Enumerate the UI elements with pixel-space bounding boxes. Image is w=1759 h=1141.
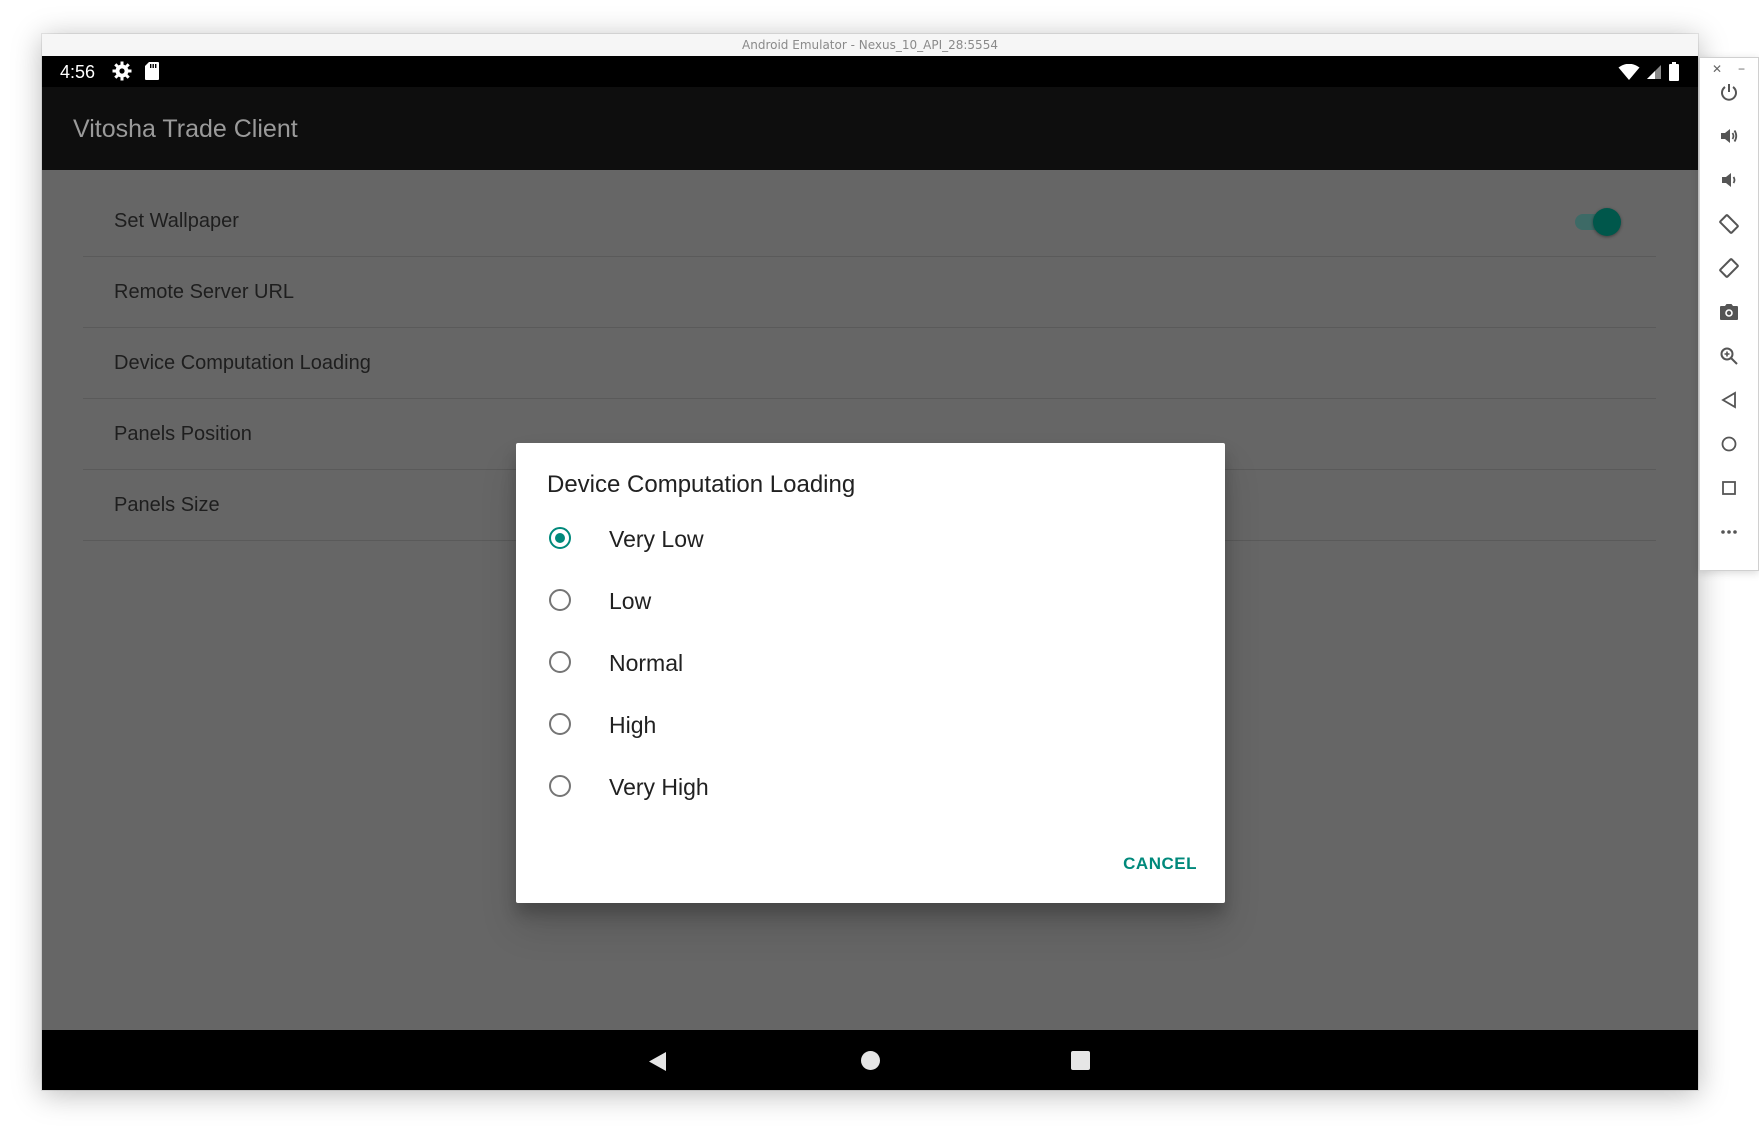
volume-up-icon[interactable] [1717, 124, 1741, 148]
option-low[interactable]: Low [547, 575, 1187, 629]
option-label: Low [609, 588, 652, 614]
option-high[interactable]: High [547, 699, 1187, 753]
radio-button[interactable] [549, 775, 571, 797]
more-icon[interactable] [1717, 520, 1741, 544]
navigation-bar [42, 1030, 1698, 1090]
radio-button-checked[interactable] [549, 527, 571, 549]
overview-icon[interactable] [1717, 476, 1741, 500]
status-icons [1618, 62, 1680, 87]
wifi-icon [1618, 63, 1640, 86]
wallpaper-switch-thumb[interactable] [1593, 208, 1621, 236]
device-computation-loading-dialog: Device Computation Loading Very Low Low … [516, 443, 1225, 903]
cancel-button[interactable]: CANCEL [1123, 854, 1197, 874]
preference-device-computation-loading[interactable]: Device Computation Loading [83, 328, 1656, 399]
home-icon[interactable] [1717, 432, 1741, 456]
option-label: Very Low [609, 526, 704, 552]
radio-button[interactable] [549, 651, 571, 673]
device-screen: 4:56 Vitosha Trade Client Set Wallpaper … [42, 56, 1698, 1090]
preference-label: Device Computation Loading [114, 352, 371, 374]
preference-label: Panels Size [114, 494, 220, 516]
option-very-high[interactable]: Very High [547, 761, 1187, 815]
option-normal[interactable]: Normal [547, 637, 1187, 691]
preferences-screen: Set Wallpaper Remote Server URL Device C… [42, 170, 1698, 1030]
battery-icon [1668, 62, 1680, 87]
option-label: Very High [609, 774, 709, 800]
zoom-icon[interactable] [1717, 344, 1741, 368]
back-icon[interactable] [648, 1051, 667, 1077]
home-icon[interactable] [861, 1051, 880, 1070]
app-title: Vitosha Trade Client [73, 115, 298, 143]
preference-label: Set Wallpaper [114, 210, 239, 232]
minimize-icon[interactable]: − [1738, 62, 1745, 76]
status-bar: 4:56 [42, 56, 1698, 87]
camera-icon[interactable] [1717, 300, 1741, 324]
option-very-low[interactable]: Very Low [547, 513, 1187, 567]
app-bar: Vitosha Trade Client [42, 87, 1698, 170]
radio-button[interactable] [549, 589, 571, 611]
status-time: 4:56 [60, 62, 96, 82]
emulator-window: Android Emulator - Nexus_10_API_28:5554 … [42, 34, 1698, 1090]
dialog-title: Device Computation Loading [547, 471, 856, 498]
gear-icon [112, 61, 132, 86]
window-titlebar: Android Emulator - Nexus_10_API_28:5554 [42, 34, 1698, 57]
preference-label: Remote Server URL [114, 281, 295, 303]
preference-remote-server-url[interactable]: Remote Server URL [83, 257, 1656, 328]
emulator-toolbar: ✕ − [1699, 57, 1759, 571]
preference-label: Panels Position [114, 423, 252, 445]
rotate-right-icon[interactable] [1717, 256, 1741, 280]
volume-down-icon[interactable] [1717, 168, 1741, 192]
option-label: Normal [609, 650, 684, 676]
rotate-left-icon[interactable] [1717, 212, 1741, 236]
preference-set-wallpaper[interactable]: Set Wallpaper [83, 186, 1656, 257]
option-label: High [609, 712, 657, 738]
recents-icon[interactable] [1071, 1051, 1090, 1070]
close-icon[interactable]: ✕ [1712, 62, 1722, 76]
signal-icon [1646, 64, 1662, 85]
radio-button[interactable] [549, 713, 571, 735]
sd-card-icon [144, 61, 160, 86]
power-icon[interactable] [1717, 80, 1741, 104]
back-icon[interactable] [1717, 388, 1741, 412]
